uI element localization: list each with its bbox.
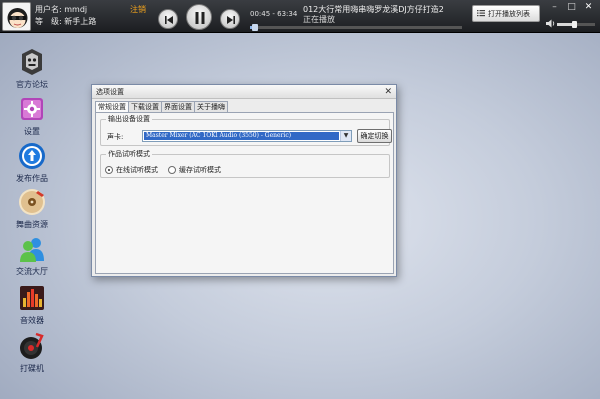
open-playlist-label: 打开播放列表 xyxy=(488,9,530,18)
chevron-down-icon[interactable]: ▼ xyxy=(340,131,351,141)
volume-slider[interactable] xyxy=(557,21,595,28)
close-icon: ✕ xyxy=(584,2,593,12)
maximize-button[interactable]: □ xyxy=(564,1,579,14)
sound-card-label: 声卡: xyxy=(107,133,124,141)
output-device-legend: 输出设备设置 xyxy=(106,114,152,124)
cache-mode-option[interactable]: 缓存试听模式 xyxy=(168,165,221,175)
user-level-text: 等 级: 新手上路 xyxy=(35,17,97,26)
logout-link[interactable]: 注销 xyxy=(130,4,146,15)
sidebar-item-settings[interactable]: 设置 xyxy=(6,95,58,137)
output-device-group: 输出设备设置 声卡: Master Mixer (AC 1OKl Audio (… xyxy=(100,114,392,146)
playback-time: 00:45 - 63:34 xyxy=(250,10,298,18)
sidebar-item-label: 音效器 xyxy=(20,316,44,325)
online-mode-radio[interactable] xyxy=(105,166,113,174)
sidebar-item-turntable[interactable]: 打碟机 xyxy=(6,332,58,374)
listening-mode-group: 作品试听模式 在线试听模式 缓存试听模式 xyxy=(100,149,390,178)
minimize-icon: – xyxy=(552,2,557,12)
sidebar-item-label: 交流大厅 xyxy=(16,267,48,276)
progress-handle[interactable] xyxy=(251,24,258,31)
confirm-switch-button[interactable]: 确定切换 xyxy=(357,129,392,143)
music-disc-icon xyxy=(18,188,46,216)
listening-mode-legend: 作品试听模式 xyxy=(106,149,152,159)
forum-robot-icon xyxy=(18,48,46,76)
sidebar-item-forum[interactable]: 官方论坛 xyxy=(6,48,58,90)
turntable-icon xyxy=(18,332,46,360)
options-dialog: 选项设置 ✕ 常规设置 下载设置 界面设置 关于播嗨 输出设备设置 声卡: Ma… xyxy=(91,84,397,277)
volume-handle[interactable] xyxy=(572,21,578,28)
window-controls: – □ ✕ xyxy=(547,1,596,14)
list-icon xyxy=(477,9,485,19)
next-icon xyxy=(227,16,235,24)
general-settings-panel: 输出设备设置 声卡: Master Mixer (AC 1OKl Audio (… xyxy=(95,112,394,274)
sidebar-item-equalizer[interactable]: 音效器 xyxy=(6,284,58,326)
dialog-close-icon[interactable]: ✕ xyxy=(384,85,392,99)
online-mode-label: 在线试听模式 xyxy=(116,166,158,174)
avatar-face-icon xyxy=(3,3,30,30)
pause-icon xyxy=(195,12,205,24)
previous-icon xyxy=(165,16,173,24)
play-status: 正在播放 xyxy=(303,15,335,24)
previous-button[interactable] xyxy=(158,9,178,29)
close-button[interactable]: ✕ xyxy=(581,1,596,14)
open-playlist-button[interactable]: 打开播放列表 xyxy=(472,5,540,22)
next-button[interactable] xyxy=(220,9,240,29)
maximize-icon: □ xyxy=(567,2,576,12)
sound-card-select[interactable]: Master Mixer (AC 1OKl Audio (3550) - Gen… xyxy=(142,130,352,142)
sidebar-item-music-resources[interactable]: 舞曲资源 xyxy=(6,188,58,230)
chat-hall-icon xyxy=(18,235,46,263)
dialog-title: 选项设置 xyxy=(96,88,124,96)
settings-icon xyxy=(18,95,46,123)
player-bar: 用户名: mmdj 等 级: 新手上路 注销 00:45 - 63:34 012… xyxy=(0,0,600,33)
progress-bar[interactable] xyxy=(250,24,462,31)
sidebar-item-label: 舞曲资源 xyxy=(16,220,48,229)
online-mode-option[interactable]: 在线试听模式 xyxy=(105,165,158,175)
cache-mode-radio[interactable] xyxy=(168,166,176,174)
sidebar-item-label: 设置 xyxy=(24,127,40,136)
pause-button[interactable] xyxy=(186,4,212,30)
dialog-titlebar[interactable]: 选项设置 ✕ xyxy=(92,85,396,99)
sidebar-item-label: 官方论坛 xyxy=(16,80,48,89)
sidebar-item-label: 打碟机 xyxy=(20,364,44,373)
volume-icon[interactable] xyxy=(546,19,556,30)
sound-card-value: Master Mixer (AC 1OKl Audio (3550) - Gen… xyxy=(144,132,339,140)
equalizer-icon xyxy=(18,284,46,312)
sidebar-item-chat-hall[interactable]: 交流大厅 xyxy=(6,235,58,277)
publish-icon xyxy=(18,142,46,170)
minimize-button[interactable]: – xyxy=(547,1,562,14)
sidebar-item-publish[interactable]: 发布作品 xyxy=(6,142,58,184)
sidebar-item-label: 发布作品 xyxy=(16,174,48,183)
cache-mode-label: 缓存试听模式 xyxy=(179,166,221,174)
username-text: 用户名: mmdj xyxy=(35,5,88,14)
avatar[interactable] xyxy=(2,2,31,31)
